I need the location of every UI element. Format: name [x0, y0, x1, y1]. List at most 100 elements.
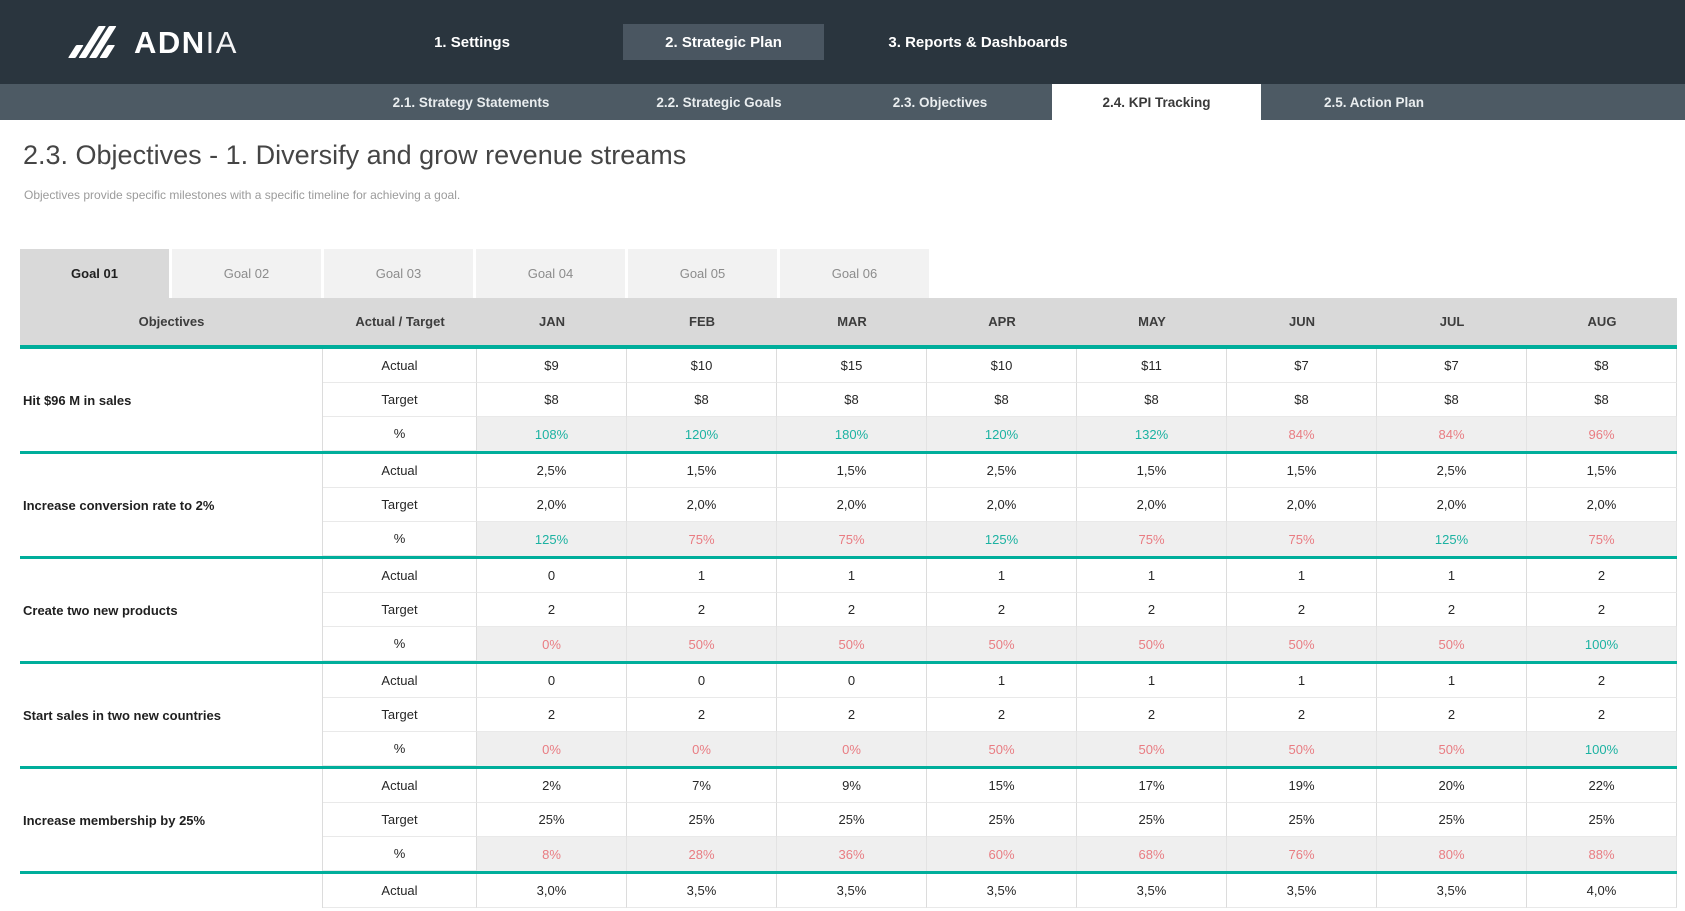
cell-target-feb[interactable]: 2: [627, 698, 777, 732]
cell-target-may[interactable]: 2,0%: [1077, 488, 1227, 522]
cell-percent-jun[interactable]: 50%: [1227, 732, 1377, 766]
cell-target-may[interactable]: 2: [1077, 593, 1227, 627]
cell-target-feb[interactable]: 2,0%: [627, 488, 777, 522]
cell-actual-mar[interactable]: 0: [777, 664, 927, 698]
cell-target-jun[interactable]: $8: [1227, 383, 1377, 417]
cell-target-aug[interactable]: $8: [1527, 383, 1677, 417]
objective-label[interactable]: [20, 874, 323, 908]
cell-target-jul[interactable]: $8: [1377, 383, 1527, 417]
subtab-2-1-strategy-statements[interactable]: 2.1. Strategy Statements: [371, 84, 571, 120]
cell-actual-jun[interactable]: $7: [1227, 349, 1377, 383]
cell-actual-jul[interactable]: $7: [1377, 349, 1527, 383]
cell-percent-jan[interactable]: 125%: [477, 522, 627, 556]
objective-label[interactable]: Increase conversion rate to 2%: [20, 454, 323, 556]
cell-target-jan[interactable]: 2,0%: [477, 488, 627, 522]
objective-label[interactable]: Hit $96 M in sales: [20, 349, 323, 451]
cell-target-aug[interactable]: 2,0%: [1527, 488, 1677, 522]
cell-actual-jun[interactable]: 3,5%: [1227, 874, 1377, 908]
nav-tab-2-strategic-plan[interactable]: 2. Strategic Plan: [623, 24, 824, 60]
cell-actual-feb[interactable]: 0: [627, 664, 777, 698]
cell-target-apr[interactable]: 2,0%: [927, 488, 1077, 522]
cell-target-jun[interactable]: 2: [1227, 593, 1377, 627]
goal-tab-goal-01[interactable]: Goal 01: [20, 249, 169, 298]
goal-tab-goal-06[interactable]: Goal 06: [780, 249, 929, 298]
cell-percent-apr[interactable]: 50%: [927, 732, 1077, 766]
goal-tab-goal-04[interactable]: Goal 04: [476, 249, 625, 298]
cell-actual-aug[interactable]: 1,5%: [1527, 454, 1677, 488]
cell-percent-aug[interactable]: 100%: [1527, 732, 1677, 766]
cell-actual-aug[interactable]: $8: [1527, 349, 1677, 383]
cell-actual-may[interactable]: 1,5%: [1077, 454, 1227, 488]
cell-actual-apr[interactable]: 3,5%: [927, 874, 1077, 908]
cell-percent-jul[interactable]: 50%: [1377, 627, 1527, 661]
cell-target-jul[interactable]: 25%: [1377, 803, 1527, 837]
cell-actual-mar[interactable]: 1,5%: [777, 454, 927, 488]
objective-label[interactable]: Start sales in two new countries: [20, 664, 323, 766]
cell-percent-may[interactable]: 50%: [1077, 732, 1227, 766]
cell-percent-feb[interactable]: 120%: [627, 417, 777, 451]
subtab-2-5-action-plan[interactable]: 2.5. Action Plan: [1274, 84, 1474, 120]
cell-actual-jan[interactable]: 0: [477, 559, 627, 593]
cell-actual-apr[interactable]: 1: [927, 559, 1077, 593]
cell-actual-jan[interactable]: 2%: [477, 769, 627, 803]
cell-percent-jul[interactable]: 50%: [1377, 732, 1527, 766]
cell-target-apr[interactable]: 2: [927, 593, 1077, 627]
cell-percent-jan[interactable]: 108%: [477, 417, 627, 451]
cell-actual-feb[interactable]: 1: [627, 559, 777, 593]
cell-target-jun[interactable]: 25%: [1227, 803, 1377, 837]
cell-percent-jul[interactable]: 125%: [1377, 522, 1527, 556]
cell-actual-jun[interactable]: 1,5%: [1227, 454, 1377, 488]
cell-actual-apr[interactable]: 15%: [927, 769, 1077, 803]
cell-actual-feb[interactable]: 3,5%: [627, 874, 777, 908]
cell-target-mar[interactable]: 2: [777, 698, 927, 732]
cell-target-jan[interactable]: 2: [477, 698, 627, 732]
cell-percent-may[interactable]: 50%: [1077, 627, 1227, 661]
cell-actual-may[interactable]: 1: [1077, 664, 1227, 698]
cell-percent-apr[interactable]: 125%: [927, 522, 1077, 556]
cell-percent-aug[interactable]: 96%: [1527, 417, 1677, 451]
cell-percent-mar[interactable]: 0%: [777, 732, 927, 766]
cell-target-jan[interactable]: 25%: [477, 803, 627, 837]
cell-percent-jan[interactable]: 0%: [477, 627, 627, 661]
cell-actual-may[interactable]: 17%: [1077, 769, 1227, 803]
cell-target-mar[interactable]: 2: [777, 593, 927, 627]
cell-percent-feb[interactable]: 75%: [627, 522, 777, 556]
cell-percent-jul[interactable]: 84%: [1377, 417, 1527, 451]
cell-actual-jul[interactable]: 3,5%: [1377, 874, 1527, 908]
cell-actual-may[interactable]: 1: [1077, 559, 1227, 593]
cell-target-may[interactable]: $8: [1077, 383, 1227, 417]
objective-label[interactable]: Create two new products: [20, 559, 323, 661]
cell-percent-mar[interactable]: 180%: [777, 417, 927, 451]
cell-percent-mar[interactable]: 75%: [777, 522, 927, 556]
cell-target-jul[interactable]: 2: [1377, 698, 1527, 732]
cell-target-aug[interactable]: 2: [1527, 698, 1677, 732]
cell-percent-aug[interactable]: 100%: [1527, 627, 1677, 661]
cell-target-aug[interactable]: 25%: [1527, 803, 1677, 837]
cell-actual-may[interactable]: $11: [1077, 349, 1227, 383]
cell-actual-feb[interactable]: $10: [627, 349, 777, 383]
cell-target-jul[interactable]: 2: [1377, 593, 1527, 627]
cell-actual-jul[interactable]: 20%: [1377, 769, 1527, 803]
cell-percent-jun[interactable]: 50%: [1227, 627, 1377, 661]
cell-target-may[interactable]: 2: [1077, 698, 1227, 732]
nav-tab-1-settings[interactable]: 1. Settings: [372, 0, 572, 84]
cell-target-mar[interactable]: $8: [777, 383, 927, 417]
cell-target-mar[interactable]: 25%: [777, 803, 927, 837]
cell-target-feb[interactable]: $8: [627, 383, 777, 417]
cell-percent-jun[interactable]: 76%: [1227, 837, 1377, 871]
cell-percent-feb[interactable]: 28%: [627, 837, 777, 871]
cell-actual-jun[interactable]: 19%: [1227, 769, 1377, 803]
cell-percent-mar[interactable]: 50%: [777, 627, 927, 661]
cell-percent-apr[interactable]: 120%: [927, 417, 1077, 451]
cell-percent-jun[interactable]: 84%: [1227, 417, 1377, 451]
cell-actual-may[interactable]: 3,5%: [1077, 874, 1227, 908]
cell-target-mar[interactable]: 2,0%: [777, 488, 927, 522]
cell-percent-feb[interactable]: 50%: [627, 627, 777, 661]
cell-percent-may[interactable]: 132%: [1077, 417, 1227, 451]
cell-target-may[interactable]: 25%: [1077, 803, 1227, 837]
cell-target-apr[interactable]: 2: [927, 698, 1077, 732]
cell-actual-jan[interactable]: 2,5%: [477, 454, 627, 488]
cell-percent-jan[interactable]: 0%: [477, 732, 627, 766]
cell-target-aug[interactable]: 2: [1527, 593, 1677, 627]
cell-target-feb[interactable]: 25%: [627, 803, 777, 837]
